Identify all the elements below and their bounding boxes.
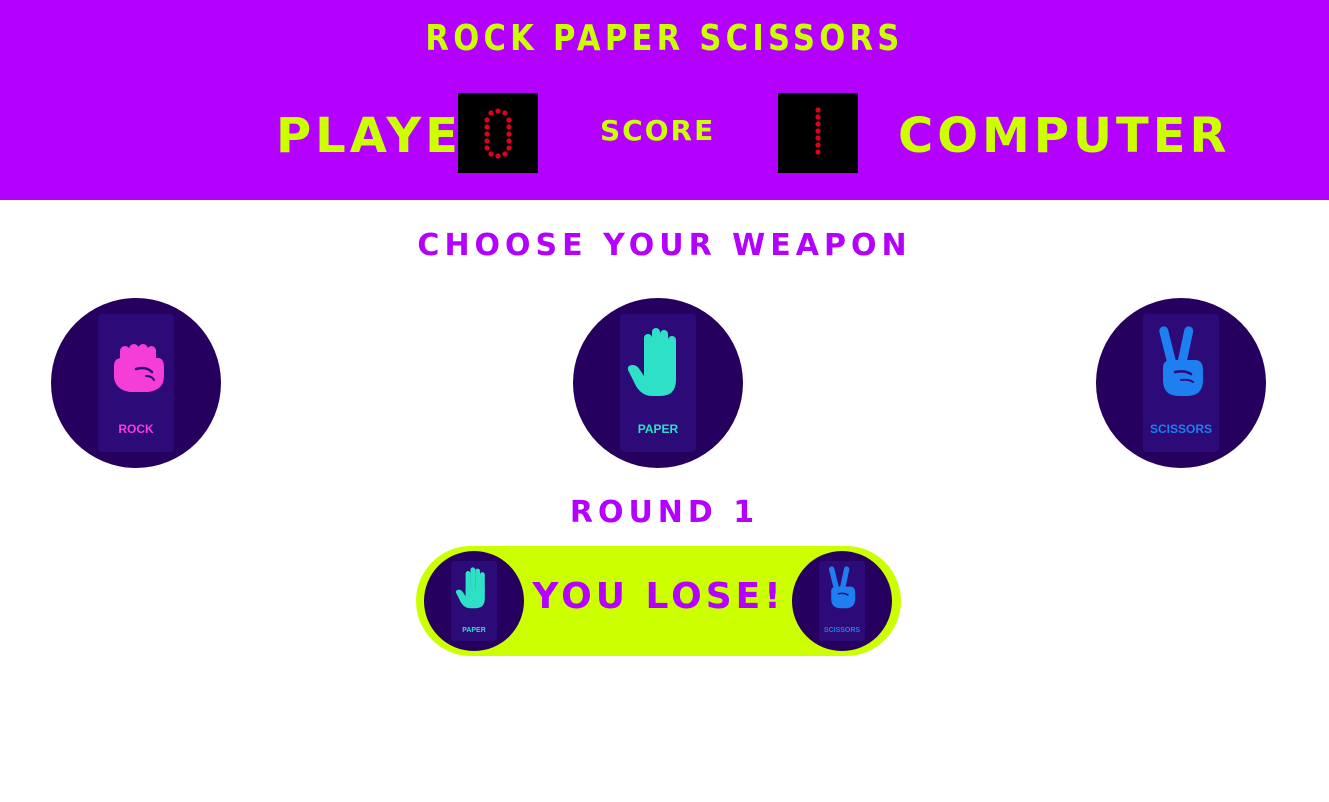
peace-hand-icon	[828, 566, 856, 609]
rock-card: ROCK	[98, 314, 174, 452]
led-digit-zero	[484, 108, 512, 159]
computer-label: COMPUTER	[898, 108, 1231, 164]
paper-button[interactable]: PAPER	[573, 298, 743, 468]
computer-choice-badge: SCISSORS	[792, 551, 892, 651]
paper-card: PAPER	[620, 314, 696, 452]
choose-weapon-prompt: CHOOSE YOUR WEAPON	[417, 228, 912, 263]
rock-button[interactable]: ROCK	[51, 298, 221, 468]
computer-score-display	[778, 93, 858, 173]
scissors-button[interactable]: SCISSORS	[1096, 298, 1266, 468]
computer-choice-label: SCISSORS	[823, 627, 861, 634]
game-title: ROCK PAPER SCISSORS	[425, 18, 904, 59]
paper-label: PAPER	[637, 422, 679, 436]
rock-label: ROCK	[118, 422, 154, 436]
led-digit-one	[815, 107, 821, 155]
header-bar: ROCK PAPER SCISSORS PLAYER SCORE COMPUTE…	[0, 0, 1329, 200]
player-choice-label: PAPER	[462, 627, 486, 634]
scissors-card: SCISSORS	[1143, 314, 1219, 452]
computer-choice-card: SCISSORS	[819, 561, 865, 641]
peace-hand-icon	[1159, 326, 1203, 396]
scissors-label: SCISSORS	[1149, 422, 1212, 436]
score-label: SCORE	[600, 114, 716, 147]
fist-icon	[114, 344, 164, 392]
open-hand-icon	[628, 328, 676, 396]
round-indicator: ROUND 1	[569, 495, 760, 530]
player-score-display	[458, 93, 538, 173]
result-banner: PAPER YOU LOSE! SCISSORS	[416, 546, 901, 656]
